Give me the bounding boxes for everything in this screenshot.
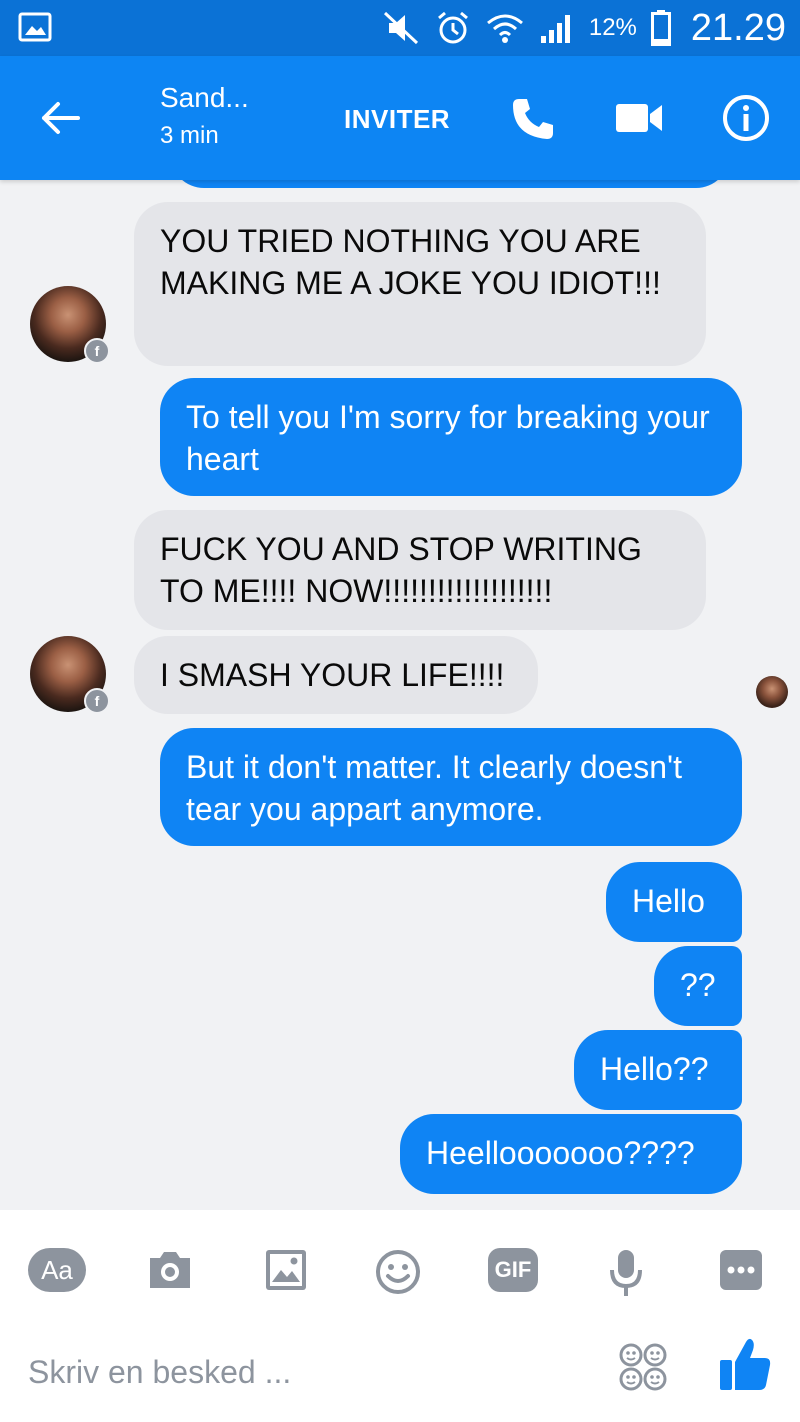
- last-active-status: 3 min: [160, 122, 219, 149]
- outgoing-message[interactable]: To tell you I'm sorry for breaking your …: [160, 378, 742, 496]
- invite-button[interactable]: INVITER: [344, 104, 450, 135]
- outgoing-message[interactable]: ??: [654, 946, 742, 1026]
- signal-icon: [540, 15, 570, 43]
- phone-icon[interactable]: [510, 96, 556, 142]
- sticker-icon[interactable]: [618, 1342, 668, 1392]
- mute-icon: [383, 11, 418, 45]
- status-bar: 12% 21.29: [0, 0, 800, 56]
- emoji-icon[interactable]: [374, 1248, 422, 1296]
- outgoing-message[interactable]: Hello??: [574, 1030, 742, 1110]
- facebook-badge-icon: f: [84, 688, 110, 714]
- incoming-message[interactable]: I SMASH YOUR LIFE!!!!: [134, 636, 538, 714]
- outgoing-message[interactable]: But it don't matter. It clearly doesn't …: [160, 728, 742, 846]
- alarm-icon: [437, 11, 468, 44]
- incoming-message[interactable]: YOU TRIED NOTHING YOU ARE MAKING ME A JO…: [134, 202, 706, 366]
- more-icon[interactable]: [718, 1248, 764, 1292]
- text-format-button[interactable]: Aa: [28, 1248, 86, 1292]
- gallery-icon: [18, 12, 52, 42]
- seen-indicator-avatar: [756, 676, 788, 708]
- battery-percent: 12%: [588, 14, 637, 41]
- wifi-icon: [486, 14, 523, 43]
- outgoing-message[interactable]: Hello: [606, 862, 742, 942]
- composer-toolbar: Aa GIF: [0, 1230, 800, 1314]
- gif-button[interactable]: GIF: [488, 1248, 538, 1292]
- video-camera-icon[interactable]: [614, 100, 664, 136]
- outgoing-message[interactable]: Heellooooooo????: [400, 1114, 742, 1194]
- microphone-icon[interactable]: [608, 1248, 644, 1300]
- image-icon[interactable]: [264, 1248, 308, 1292]
- contact-avatar[interactable]: f: [30, 286, 110, 364]
- message-input[interactable]: [26, 1346, 590, 1398]
- incoming-message[interactable]: FUCK YOU AND STOP WRITING TO ME!!!! NOW!…: [134, 510, 706, 630]
- clock: 21.29: [690, 6, 786, 49]
- info-icon[interactable]: [722, 94, 770, 142]
- facebook-badge-icon: f: [84, 338, 110, 364]
- contact-avatar[interactable]: f: [30, 636, 110, 714]
- thumbs-up-icon[interactable]: [718, 1336, 772, 1392]
- message-list[interactable]: YOU TRIED NOTHING YOU ARE MAKING ME A JO…: [0, 154, 800, 1210]
- contact-name[interactable]: Sand...: [160, 82, 249, 114]
- battery-icon: [650, 10, 671, 46]
- message-composer: Aa GIF: [0, 1210, 800, 1422]
- camera-icon[interactable]: [146, 1248, 194, 1292]
- back-arrow-icon[interactable]: [38, 96, 82, 140]
- input-row: [0, 1330, 800, 1420]
- conversation-header: Sand... 3 min INVITER: [0, 56, 800, 180]
